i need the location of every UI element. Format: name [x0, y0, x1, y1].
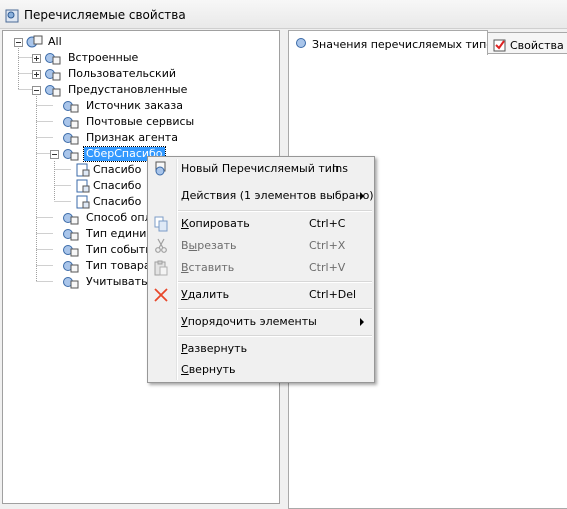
tab-properties[interactable]: Свойства: [486, 32, 567, 54]
window-titlebar: Перечисляемые свойства: [0, 0, 567, 29]
tree-node-label: Встроенные: [68, 51, 139, 64]
collapse-toggle[interactable]: [50, 150, 59, 159]
enum-values-icon: [295, 36, 309, 53]
menu-item-sort[interactable]: Упорядочить элементы: [148, 311, 374, 333]
collapse-toggle[interactable]: [14, 38, 23, 47]
label-rest: ставить: [188, 261, 235, 274]
label-pre: В: [181, 239, 189, 252]
menu-item-paste[interactable]: Вставить Ctrl+V: [148, 257, 374, 279]
label-rest: порядочить элементы: [187, 315, 317, 328]
menu-item-shortcut: Ctrl+C: [309, 217, 346, 230]
menu-item-cut[interactable]: Вырезать Ctrl+X: [148, 235, 374, 257]
menu-item-label: Копировать: [181, 217, 250, 230]
label-rest: азвернуть: [187, 342, 248, 355]
tree-node-user[interactable]: Пользовательский: [31, 66, 211, 82]
tree-node-all[interactable]: All: [13, 34, 133, 50]
tree-node-label: All: [48, 35, 62, 48]
mnemonic: Р: [181, 342, 188, 355]
menu-item-label: Удалить: [181, 288, 229, 301]
submenu-arrow-icon: [360, 318, 364, 326]
tab-label: Свойства: [510, 39, 564, 52]
mnemonic: К: [181, 217, 189, 230]
copy-icon: [153, 216, 169, 235]
scissors-icon: [153, 238, 169, 257]
menu-item-label: Развернуть: [181, 342, 247, 355]
menu-item-shortcut: Ctrl+V: [309, 261, 346, 274]
menu-item-label: Новый Перечисляемый тип: [181, 162, 340, 175]
collapse-toggle[interactable]: [32, 86, 41, 95]
tree-node-label: Тип товара: [86, 259, 151, 272]
enum-type-icon: [61, 274, 81, 293]
new-enum-type-icon: [153, 161, 171, 180]
delete-x-icon: [153, 287, 169, 306]
label-rest: далить: [187, 288, 230, 301]
tree-node-order-source[interactable]: Источник заказа: [49, 98, 229, 114]
window-title: Перечисляемые свойства: [24, 8, 186, 22]
menu-item-shortcut: Ctrl+X: [309, 239, 346, 252]
tree-node-label: Спасибо: [93, 195, 142, 208]
tree-node-label: Спасибо: [93, 163, 142, 176]
tree-node-label: Признак агента: [86, 131, 178, 144]
menu-item-label: Действия (1 элементов выбрано): [181, 189, 374, 202]
mnemonic: У: [181, 288, 188, 301]
menu-item-shortcut: Ins: [332, 162, 348, 175]
menu-item-label: Вставить: [181, 261, 234, 274]
tree-node-label: Предустановленные: [68, 83, 188, 96]
menu-item-copy[interactable]: Копировать Ctrl+C: [148, 213, 374, 235]
properties-icon: [493, 38, 507, 54]
menu-item-delete[interactable]: Удалить Ctrl+Del: [148, 284, 374, 306]
tree-node-mail-services[interactable]: Почтовые сервисы: [49, 114, 229, 130]
tree-node-agent-flag[interactable]: Признак агента: [49, 130, 229, 146]
mnemonic: У: [181, 315, 188, 328]
menu-separator: [178, 210, 372, 212]
menu-item-label: Свернуть: [181, 363, 236, 376]
label-rest: опировать: [188, 217, 250, 230]
menu-item-actions[interactable]: Действия (1 элементов выбрано): [148, 185, 374, 207]
mnemonic: ы: [188, 239, 198, 252]
menu-item-shortcut: Ctrl+Del: [309, 288, 357, 301]
tab-strip: Значения перечисляемых типов Свойства: [284, 30, 567, 55]
window-app-icon: [5, 9, 19, 26]
tree-node-label: Пользовательский: [68, 67, 176, 80]
tree-node-predefined[interactable]: Предустановленные: [31, 82, 211, 98]
expand-toggle[interactable]: [32, 70, 41, 79]
mnemonic: С: [181, 363, 189, 376]
tab-enum-values[interactable]: Значения перечисляемых типов: [288, 30, 488, 55]
tree-node-label: Спасибо: [93, 179, 142, 192]
clipboard-icon: [153, 260, 169, 279]
tab-label: Значения перечисляемых типов: [312, 38, 488, 51]
menu-separator: [178, 281, 372, 283]
menu-separator: [178, 308, 372, 310]
tree-node-label: Источник заказа: [86, 99, 183, 112]
tree-node-builtin[interactable]: Встроенные: [31, 50, 191, 66]
label-rest: резать: [197, 239, 237, 252]
submenu-arrow-icon: [360, 192, 364, 200]
menu-item-new-enum-type[interactable]: Новый Перечисляемый тип Ins: [148, 158, 374, 180]
menu-item-expand[interactable]: Развернуть: [148, 338, 374, 360]
expand-toggle[interactable]: [32, 54, 41, 63]
menu-separator: [178, 335, 372, 337]
label-rest: вернуть: [188, 363, 236, 376]
menu-item-label: Упорядочить элементы: [181, 315, 317, 328]
menu-item-collapse[interactable]: Свернуть: [148, 359, 374, 381]
context-menu: Новый Перечисляемый тип Ins Действия (1 …: [147, 156, 375, 383]
mnemonic: В: [181, 261, 189, 274]
tree-node-label: Почтовые сервисы: [86, 115, 195, 128]
menu-item-label: Вырезать: [181, 239, 236, 252]
